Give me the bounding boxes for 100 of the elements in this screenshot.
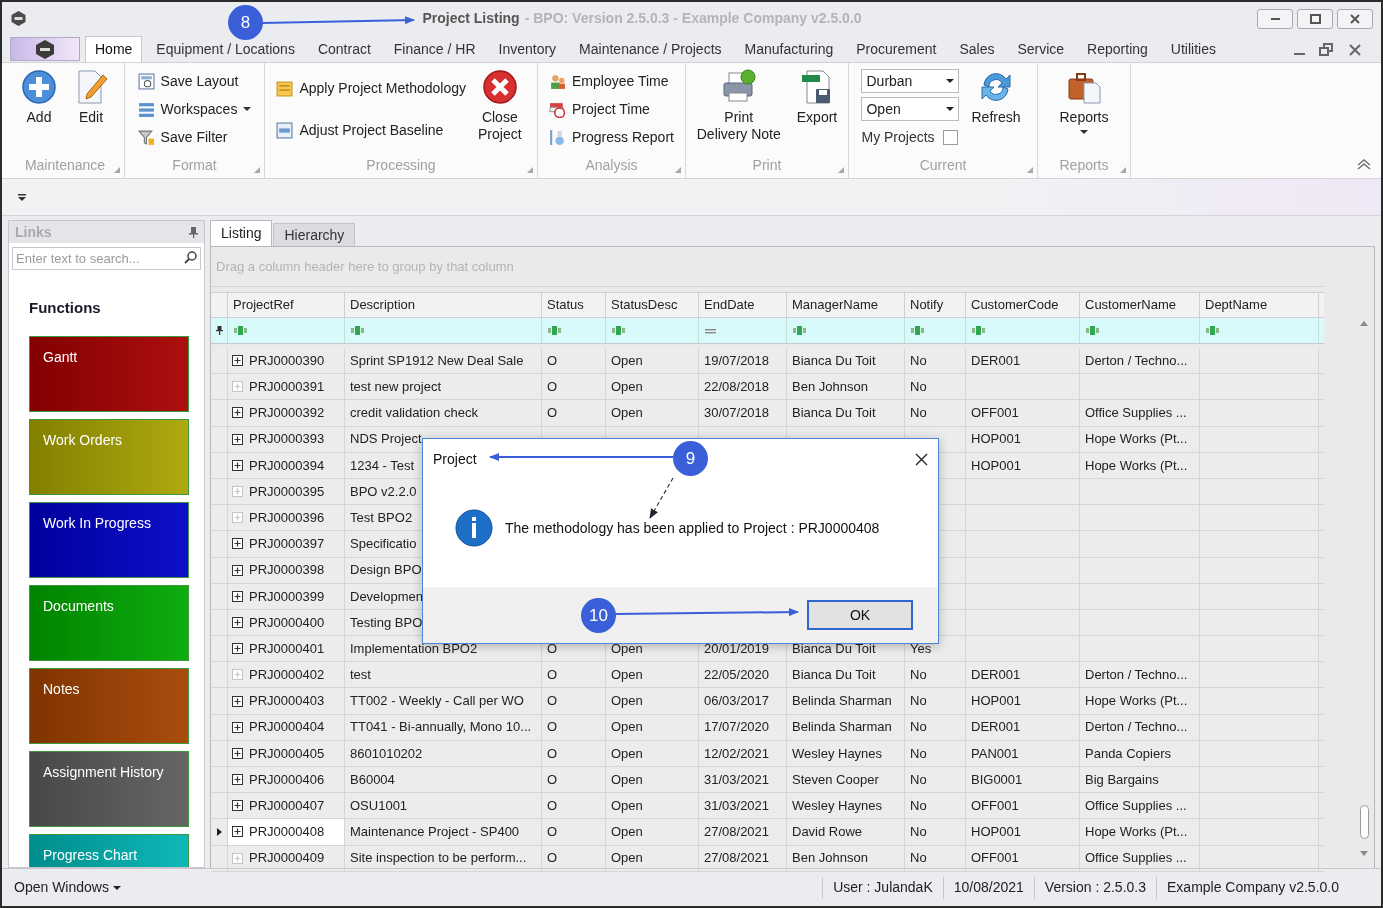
expand-icon[interactable]	[232, 407, 243, 419]
column-header[interactable]: ManagerName	[787, 293, 905, 317]
pin-icon	[189, 226, 198, 238]
ok-button[interactable]: OK	[807, 600, 913, 630]
ribbon-tab[interactable]: Utilities	[1161, 36, 1225, 62]
column-header[interactable]: Notify	[905, 293, 966, 317]
expand-icon[interactable]	[232, 826, 243, 838]
expand-icon[interactable]	[232, 538, 243, 550]
expand-icon[interactable]	[232, 590, 243, 602]
ribbon-button[interactable]: Export	[792, 67, 842, 151]
table-cell-text: Panda Copiers	[1085, 744, 1171, 763]
expand-icon[interactable]	[232, 747, 243, 759]
expand-icon[interactable]	[232, 433, 243, 445]
ribbon-tab[interactable]: Contract	[308, 36, 380, 62]
ribbon-tab[interactable]: Inventory	[489, 36, 566, 62]
ribbon-button[interactable]: Employee Time	[549, 69, 674, 93]
table-cell-text: Open	[611, 404, 643, 423]
column-header[interactable]: StatusDesc	[606, 293, 699, 317]
ribbon-button[interactable]: Add	[17, 67, 61, 151]
expand-icon[interactable]	[232, 355, 243, 367]
ribbon-button[interactable]: Save Filter	[137, 125, 252, 149]
function-tile[interactable]: Assignment History	[29, 750, 189, 827]
table-cell-text: Open	[611, 849, 643, 868]
ribbon-tab[interactable]: Sales	[950, 36, 1004, 62]
function-tile[interactable]: Work Orders	[29, 418, 189, 495]
column-header[interactable]: Description	[345, 293, 542, 317]
ribbon-button[interactable]: Workspaces	[137, 97, 252, 121]
dropdown-field[interactable]: Open	[861, 97, 960, 121]
ribbon-button[interactable]: Adjust Project Baseline	[276, 118, 466, 142]
table-cell-text: PRJ0000403	[249, 692, 325, 711]
checkbox[interactable]	[942, 129, 958, 145]
ribbon-button[interactable]: Apply Project Methodology	[276, 76, 466, 100]
view-tab[interactable]: Hierarchy	[273, 223, 356, 246]
button-label: Workspaces	[160, 99, 238, 119]
expand-icon[interactable]	[232, 800, 243, 812]
search-field[interactable]: Enter text to search...	[12, 247, 201, 270]
table-cell-text: Design BPO	[350, 561, 422, 580]
table-cell-text: HOP001	[971, 430, 1021, 449]
column-header[interactable]: ProjectRef	[228, 293, 345, 317]
restore-icon	[1319, 43, 1334, 57]
expand-icon[interactable]	[232, 616, 243, 628]
table-cell-text: 22/08/2018	[704, 378, 770, 397]
ribbon-tab[interactable]: Manufacturing	[735, 36, 843, 62]
open-windows-button[interactable]: Open Windows	[14, 877, 121, 898]
application-menu-button[interactable]	[10, 37, 80, 61]
dialog-launcher-icon	[838, 167, 844, 173]
function-tile[interactable]: Notes	[29, 667, 189, 744]
button-label: Reports	[1059, 109, 1109, 126]
minimize-icon	[1294, 53, 1305, 55]
function-tile[interactable]: Gantt	[29, 335, 189, 412]
minimize-button[interactable]	[1257, 8, 1293, 29]
ribbon-button[interactable]: Print Delivery Note	[692, 67, 785, 151]
table-cell-text: 06/03/2017	[704, 692, 770, 711]
button-label: Add	[26, 109, 52, 126]
ribbon-button[interactable]: Save Layout	[137, 69, 252, 93]
funnel-icon	[137, 128, 155, 146]
dialog-title: Project	[433, 449, 477, 469]
table-cell-text: Office Supplies ...	[1085, 404, 1187, 423]
close-icon[interactable]	[915, 452, 928, 466]
table-cell-text: Bianca Du Toit	[792, 666, 876, 685]
ribbon-tab[interactable]: Procurement	[847, 36, 946, 62]
ribbon-button[interactable]: Progress Report	[549, 125, 674, 149]
checkbox-label: My Projects	[861, 127, 935, 147]
function-tile[interactable]: Documents	[29, 584, 189, 661]
group-label: Analysis	[585, 156, 638, 175]
function-tile[interactable]: Work In Progress	[29, 501, 189, 578]
expand-icon[interactable]	[232, 695, 243, 707]
ribbon-button[interactable]: Close Project	[474, 67, 526, 151]
column-header[interactable]: CustomerName	[1080, 293, 1200, 317]
table-cell-text: Open	[611, 378, 643, 397]
ribbon-button[interactable]: Project Time	[549, 97, 674, 121]
column-header[interactable]: EndDate	[699, 293, 787, 317]
maximize-button[interactable]	[1297, 8, 1333, 29]
ribbon-tab[interactable]: Service	[1008, 36, 1074, 62]
column-header[interactable]: CustomerCode	[966, 293, 1080, 317]
window-icon	[276, 121, 294, 139]
expand-icon[interactable]	[232, 459, 243, 471]
close-button[interactable]	[1337, 8, 1373, 29]
ribbon-button[interactable]: Edit	[69, 67, 113, 151]
ribbon-button[interactable]: Reports	[1055, 67, 1113, 151]
notepad-icon	[276, 79, 294, 97]
ribbon-tab[interactable]: Home	[85, 36, 143, 62]
view-tab[interactable]: Listing	[210, 220, 273, 246]
expand-icon[interactable]	[232, 774, 243, 786]
table-cell-text: Hope Works (Pt...	[1085, 456, 1188, 475]
expand-icon[interactable]	[232, 721, 243, 733]
ribbon-tab[interactable]: Reporting	[1078, 36, 1157, 62]
ribbon-tab[interactable]: Finance / HR	[384, 36, 485, 62]
dropdown-field[interactable]: Durban	[861, 69, 960, 93]
scrollbar-thumb[interactable]	[1359, 805, 1369, 839]
expand-icon[interactable]	[232, 564, 243, 576]
table-cell-text: O	[547, 404, 558, 423]
expand-icon[interactable]	[232, 643, 243, 655]
column-header[interactable]: Status	[542, 293, 606, 317]
table-cell-text: PRJ0000404	[249, 718, 325, 737]
ribbon-tab[interactable]: Maintenance / Projects	[570, 36, 731, 62]
ribbon-button[interactable]: Refresh	[967, 67, 1025, 151]
column-header[interactable]: DeptName	[1200, 293, 1319, 317]
function-tile[interactable]: Progress Chart	[29, 833, 189, 867]
table-cell-text: PAN001	[971, 744, 1019, 763]
